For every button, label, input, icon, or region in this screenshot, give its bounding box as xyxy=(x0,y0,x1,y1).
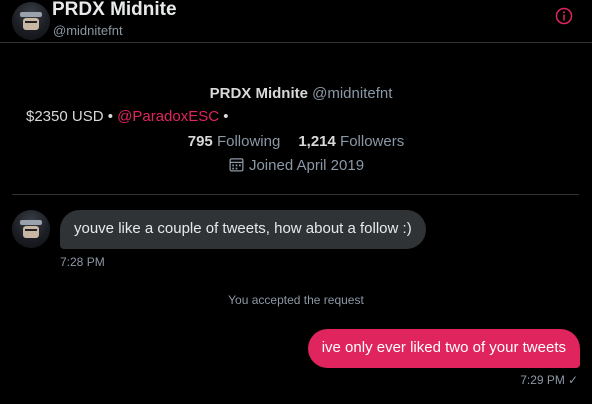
header-name[interactable]: PRDX Midnite xyxy=(52,0,177,21)
joined-date: Joined April 2019 xyxy=(0,156,592,174)
profile-name-row[interactable]: PRDX Midnite @midnitefnt xyxy=(0,85,592,102)
info-icon[interactable] xyxy=(555,7,573,25)
following-count: 795 xyxy=(187,133,213,150)
following-label: Following xyxy=(216,133,281,150)
bio-mention-link[interactable]: @ParadoxESC xyxy=(117,108,219,125)
outgoing-message-bubble[interactable]: ive only ever liked two of your tweets xyxy=(307,329,580,368)
sender-avatar[interactable] xyxy=(12,210,50,248)
conversation-header: PRDX Midnite @midnitefnt xyxy=(0,0,592,43)
profile-name[interactable]: PRDX Midnite xyxy=(200,85,308,102)
outgoing-message-time: 7:29 PM xyxy=(520,373,565,387)
header-handle: @midnitefnt xyxy=(53,23,123,38)
incoming-message-bubble[interactable]: youve like a couple of tweets, how about… xyxy=(60,210,426,249)
calendar-icon xyxy=(229,158,244,172)
following-stat[interactable]: 795 Following xyxy=(188,133,281,150)
check-icon: ✓ xyxy=(567,373,578,387)
bio-prefix: $2350 USD • xyxy=(26,108,113,125)
header-avatar[interactable] xyxy=(12,2,50,40)
followers-stat[interactable]: 1,214 Followers xyxy=(298,133,404,150)
followers-label: Followers xyxy=(340,133,405,150)
divider xyxy=(12,194,579,195)
joined-text: Joined April 2019 xyxy=(248,157,365,174)
outgoing-message-meta: 7:29 PM ✓ xyxy=(520,373,578,387)
request-accepted-notice: You accepted the request xyxy=(228,293,364,307)
followers-count: 1,214 xyxy=(298,133,336,150)
profile-stats: 795 Following 1,214 Followers xyxy=(0,133,592,150)
incoming-message-time: 7:28 PM xyxy=(60,255,105,269)
profile-bio: $2350 USD • @ParadoxESC • xyxy=(26,108,229,125)
profile-handle: @midnitefnt xyxy=(312,85,393,102)
bio-suffix: • xyxy=(223,108,229,125)
